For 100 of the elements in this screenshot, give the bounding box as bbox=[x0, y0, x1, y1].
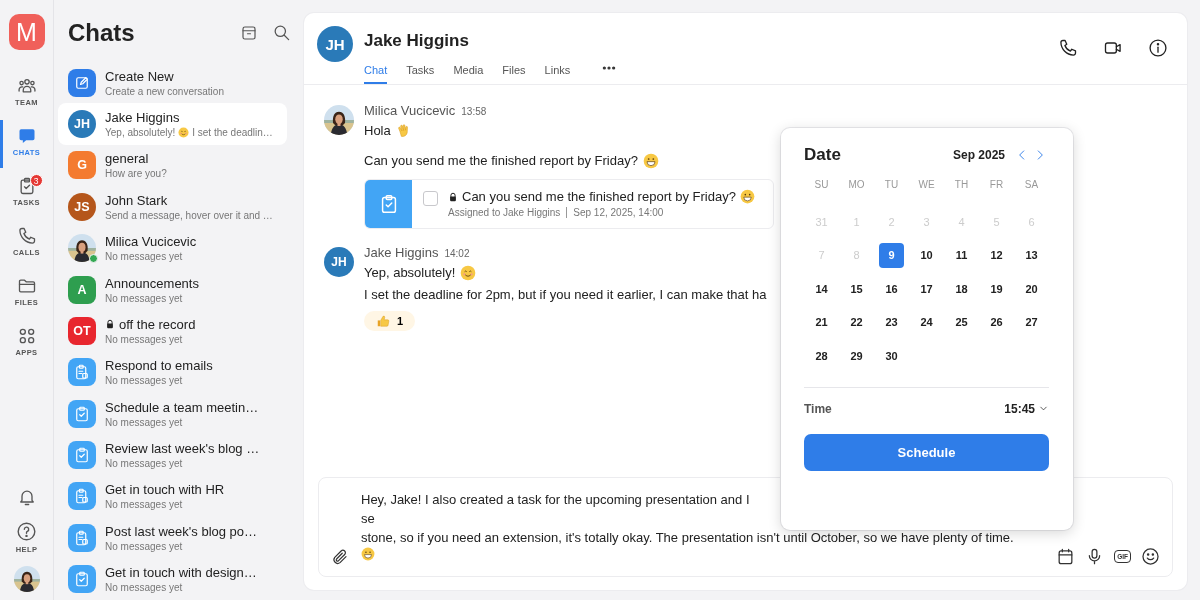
smiling-face-icon bbox=[460, 264, 477, 281]
calendar-day[interactable]: 10 bbox=[914, 242, 939, 268]
message-preview: No messages yet bbox=[105, 251, 183, 263]
archive-box-icon bbox=[240, 23, 258, 42]
message-preview: No messages yet bbox=[105, 582, 183, 594]
smiling-face-icon bbox=[178, 126, 190, 138]
weekday-label: SA bbox=[1023, 179, 1040, 192]
calendar-day[interactable]: 14 bbox=[809, 276, 834, 302]
chat-item[interactable]: Create New Create a new conversation bbox=[58, 61, 287, 104]
chat-item[interactable]: Schedule a team meetin… No messages yet bbox=[58, 393, 287, 435]
emoji-button[interactable] bbox=[1141, 547, 1160, 566]
chat-item[interactable]: G general How are you? bbox=[58, 144, 287, 187]
author-name: Milica Vucicevic bbox=[364, 103, 456, 118]
calendar-day[interactable]: 20 bbox=[1019, 276, 1044, 302]
clipboard-check-icon bbox=[68, 441, 96, 470]
call-button[interactable] bbox=[1058, 38, 1078, 58]
avatar: G bbox=[68, 151, 96, 180]
calendar-day[interactable]: 15 bbox=[844, 276, 869, 302]
avatar: JH bbox=[324, 247, 354, 277]
clipboard-list-icon bbox=[68, 523, 96, 552]
chat-name: Review last week's blog … bbox=[105, 441, 260, 457]
calendar-day[interactable]: 24 bbox=[914, 309, 939, 335]
calendar-day[interactable]: 17 bbox=[914, 276, 939, 302]
chat-item[interactable]: Respond to emails No messages yet bbox=[58, 351, 287, 393]
info-icon bbox=[1148, 38, 1168, 58]
checkbox[interactable] bbox=[423, 191, 438, 206]
chat-item[interactable]: Get in touch with HR No messages yet bbox=[58, 475, 287, 518]
chat-name: John Stark bbox=[105, 192, 168, 208]
chat-item[interactable]: A Announcements No messages yet bbox=[58, 268, 287, 311]
grinning-face-icon bbox=[361, 547, 375, 561]
avatar: JS bbox=[68, 192, 96, 221]
attach-button[interactable] bbox=[331, 548, 349, 566]
message-preview: How are you? bbox=[105, 168, 167, 180]
calendar-day[interactable]: 18 bbox=[949, 276, 974, 302]
chat-name: Schedule a team meetin… bbox=[105, 399, 259, 415]
chat-name: Jake Higgins bbox=[105, 109, 180, 125]
time-label: Time bbox=[804, 401, 832, 416]
calendar-day[interactable]: 9 bbox=[879, 242, 904, 268]
thumbs-up-icon bbox=[376, 314, 390, 328]
archive-button[interactable] bbox=[240, 23, 258, 42]
clipboard-check-icon bbox=[68, 399, 96, 428]
calendar-day[interactable]: 30 bbox=[879, 343, 904, 369]
message-preview: I set the deadlin… bbox=[192, 126, 273, 138]
message-text: Hola bbox=[364, 122, 391, 140]
message-preview: No messages yet bbox=[105, 375, 183, 387]
tab[interactable]: Tasks bbox=[406, 64, 435, 84]
calendar-day[interactable]: 21 bbox=[809, 309, 834, 335]
tab[interactable]: Files bbox=[502, 64, 526, 84]
calendar-day[interactable]: 19 bbox=[984, 276, 1009, 302]
grinning-face-icon bbox=[642, 152, 659, 169]
message-text: Yep, absolutely! bbox=[364, 264, 456, 282]
calendar-day[interactable]: 26 bbox=[984, 309, 1009, 335]
calendar-day[interactable]: 22 bbox=[844, 309, 869, 335]
chat-name: off the record bbox=[119, 316, 196, 332]
avatar: A bbox=[68, 275, 96, 304]
info-button[interactable] bbox=[1148, 38, 1168, 58]
weekday-label: TH bbox=[953, 179, 970, 192]
clipboard-list-icon bbox=[68, 358, 96, 387]
month-label: Sep 2025 bbox=[952, 148, 1005, 162]
chat-item[interactable]: OT off the record No messages yet bbox=[58, 310, 287, 352]
search-icon bbox=[272, 23, 291, 43]
chat-item[interactable]: Get in touch with design… No messages yet bbox=[58, 558, 287, 600]
chat-name: Post last week's blog po… bbox=[105, 523, 258, 539]
phone-icon bbox=[16, 226, 37, 246]
reaction-button[interactable]: 1 bbox=[364, 311, 416, 331]
calendar-day[interactable]: 11 bbox=[949, 242, 974, 268]
page-title: Chats bbox=[68, 18, 136, 47]
task-card[interactable]: Can you send me the finished report by Friday? Assigned to Jake Higgins Sep 12, 2025, 14:00 bbox=[364, 179, 774, 229]
calendar-day[interactable]: 29 bbox=[844, 343, 869, 369]
grinning-face-icon bbox=[739, 189, 755, 204]
contact-avatar: JH bbox=[317, 26, 353, 62]
chat-name: Announcements bbox=[105, 275, 199, 291]
message-preview: No messages yet bbox=[105, 540, 183, 552]
chat-item[interactable]: Post last week's blog po… No messages yet bbox=[58, 517, 287, 559]
tab[interactable]: Media bbox=[453, 64, 484, 84]
message-preview: No messages yet bbox=[105, 416, 183, 428]
calendar-day[interactable]: 16 bbox=[879, 276, 904, 302]
calendar-day[interactable]: 13 bbox=[1019, 242, 1044, 268]
tab[interactable]: Chat bbox=[364, 64, 388, 84]
message-preview: No messages yet bbox=[105, 292, 183, 304]
team-icon bbox=[16, 76, 37, 96]
time-dropdown[interactable]: 15:45 bbox=[1004, 401, 1049, 416]
tab[interactable]: Links bbox=[544, 64, 571, 84]
chat-item[interactable]: JH Jake Higgins Yep, absolutely! I set the deadlin… bbox=[58, 103, 287, 145]
search-button[interactable] bbox=[272, 23, 291, 43]
message-text: Can you send me the finished report by Friday? bbox=[364, 152, 638, 170]
weekday-label: TU bbox=[883, 179, 900, 192]
calendar-day[interactable]: 28 bbox=[809, 343, 834, 369]
schedule-button[interactable]: Schedule bbox=[804, 433, 1049, 471]
message-preview: Send a message, hover over it and … bbox=[105, 209, 273, 221]
calendar-day[interactable]: 12 bbox=[984, 242, 1009, 268]
calendar-day[interactable]: 25 bbox=[949, 309, 974, 335]
chat-item[interactable]: JS John Stark Send a message, hover over it and … bbox=[58, 186, 287, 228]
help-icon bbox=[16, 521, 37, 542]
contact-name: Jake Higgins bbox=[364, 31, 470, 51]
calendar-day[interactable]: 23 bbox=[879, 309, 904, 335]
calendar-day[interactable]: 27 bbox=[1019, 309, 1044, 335]
message-text: I set the deadline for 2pm, but if you need it earlier, I can make that ha bbox=[364, 286, 767, 304]
chat-item[interactable]: Review last week's blog … No messages yet bbox=[58, 434, 287, 476]
chat-item[interactable]: Milica Vucicevic No messages yet bbox=[58, 227, 287, 269]
